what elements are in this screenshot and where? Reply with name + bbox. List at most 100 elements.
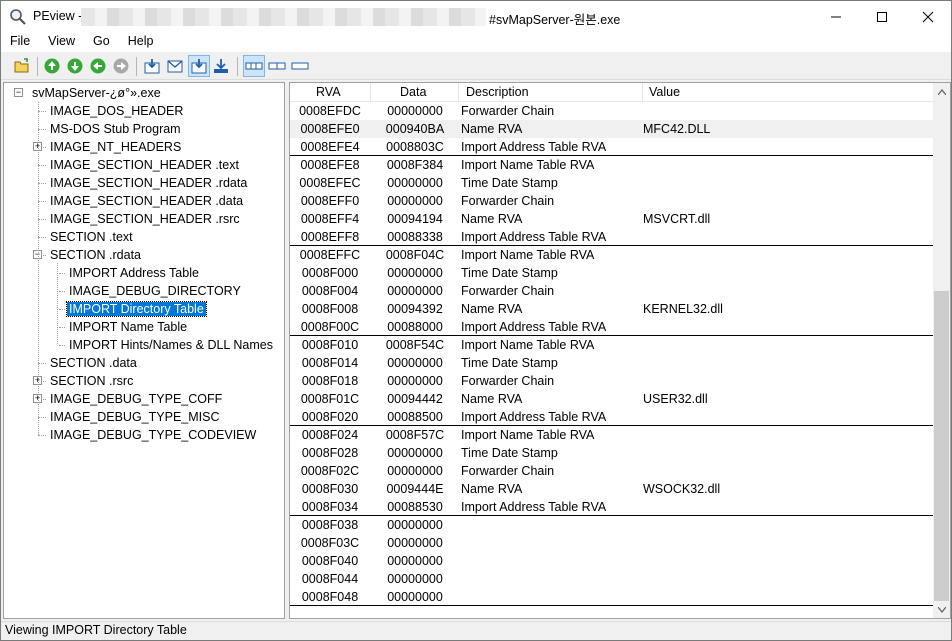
table-row[interactable]: 0008F020 00088500 Import Address Table RVA	[290, 408, 933, 426]
tree-item[interactable]: IMAGE_NT_HEADERS	[48, 138, 183, 156]
tree-item-label: IMAGE_DEBUG_TYPE_MISC	[50, 410, 220, 424]
cell-data: 00000000	[387, 284, 443, 298]
table-row[interactable]: 0008F044 00000000	[290, 570, 933, 588]
table-row[interactable]: 0008F048 00000000	[290, 588, 933, 606]
table-row[interactable]: 0008EFE4 0008803C Import Address Table RVA	[290, 138, 933, 156]
tree-item[interactable]: IMAGE_DEBUG_TYPE_MISC	[48, 408, 222, 426]
tree-item[interactable]: svMapServer-¿ø°».exe	[30, 84, 163, 102]
next-icon[interactable]	[112, 57, 130, 75]
tree-item[interactable]: IMAGE_DOS_HEADER	[48, 102, 185, 120]
tree-view[interactable]: − svMapServer-¿ø°».exe IMAGE_DOS_HEADER MS-…	[3, 82, 285, 619]
table-row[interactable]: 0008F000 00000000 Time Date Stamp	[290, 264, 933, 282]
table-row[interactable]: 0008F030 0009444E Name RVA WSOCK32.dll	[290, 480, 933, 498]
split-view-icon[interactable]	[268, 57, 286, 75]
download-icon[interactable]	[212, 57, 230, 75]
table-row[interactable]: 0008F014 00000000 Time Date Stamp	[290, 354, 933, 372]
cell-rva: 0008F030	[301, 482, 359, 496]
table-row[interactable]: 0008EFDC 00000000 Forwarder Chain	[290, 102, 933, 120]
column-divider[interactable]	[370, 83, 371, 102]
tree-item[interactable]: MS-DOS Stub Program	[48, 120, 183, 138]
table-row[interactable]: 0008F004 00000000 Forwarder Chain	[290, 282, 933, 300]
column-header-value[interactable]: Value	[649, 85, 680, 99]
tree-item[interactable]: IMAGE_SECTION_HEADER .rsrc	[48, 210, 242, 228]
table-row[interactable]: 0008EFF8 00088338 Import Address Table RVA	[290, 228, 933, 246]
column-divider[interactable]	[458, 83, 459, 102]
column-header-description[interactable]: Description	[466, 85, 529, 99]
toolbar-separator	[237, 57, 238, 76]
blurred-path	[81, 8, 486, 26]
menu-bar: File View Go Help	[1, 32, 951, 52]
tree-item[interactable]: SECTION .text	[48, 228, 135, 246]
table-row[interactable]: 0008EFE8 0008F384 Import Name Table RVA	[290, 156, 933, 174]
tree-item[interactable]: IMAGE_SECTION_HEADER .data	[48, 192, 245, 210]
cell-rva: 0008EFFC	[299, 248, 361, 262]
table-row[interactable]: 0008F008 00094392 Name RVA KERNEL32.dll	[290, 300, 933, 318]
view-down-icon[interactable]	[190, 57, 208, 75]
table-row[interactable]: 0008F028 00000000 Time Date Stamp	[290, 444, 933, 462]
cell-description: Import Name Table RVA	[461, 428, 595, 442]
menu-help[interactable]: Help	[119, 32, 163, 52]
table-row[interactable]: 0008EFEC 00000000 Time Date Stamp	[290, 174, 933, 192]
table-row[interactable]: 0008F040 00000000	[290, 552, 933, 570]
tree-item[interactable]: IMPORT Hints/Names & DLL Names	[67, 336, 275, 354]
scroll-up-button[interactable]	[933, 83, 950, 100]
collapse-icon[interactable]: −	[14, 88, 23, 97]
open-folder-icon[interactable]	[13, 57, 31, 75]
back-icon[interactable]	[43, 57, 61, 75]
column-divider[interactable]	[642, 83, 643, 102]
vertical-scrollbar[interactable]	[933, 83, 950, 618]
cell-description: Time Date Stamp	[461, 176, 558, 190]
tree-item[interactable]: IMAGE_DEBUG_DIRECTORY	[67, 282, 243, 300]
cell-value: KERNEL32.dll	[643, 302, 723, 316]
tree-item[interactable]: SECTION .rdata	[48, 246, 143, 264]
table-row[interactable]: 0008EFF4 00094194 Name RVA MSVCRT.dll	[290, 210, 933, 228]
table-row[interactable]: 0008EFFC 0008F04C Import Name Table RVA	[290, 246, 933, 264]
table-row[interactable]: 0008F018 00000000 Forwarder Chain	[290, 372, 933, 390]
cell-rva: 0008F03C	[300, 536, 360, 550]
table-row[interactable]: 0008F034 00088530 Import Address Table RVA	[290, 498, 933, 516]
table-row[interactable]: 0008F00C 00088000 Import Address Table RVA	[290, 318, 933, 336]
cell-rva: 0008F004	[301, 284, 359, 298]
tree-item[interactable]: IMPORT Directory Table	[66, 300, 207, 318]
cell-data: 00000000	[387, 518, 443, 532]
title-bar[interactable]: PEview - #svMapServer-원본.exe	[1, 1, 951, 32]
close-button[interactable]	[905, 1, 951, 32]
tree-item[interactable]: IMAGE_DEBUG_TYPE_COFF	[48, 390, 224, 408]
forward-icon[interactable]	[66, 57, 84, 75]
column-header-rva[interactable]: RVA	[316, 85, 341, 99]
go-to-icon[interactable]	[143, 57, 161, 75]
tree-item[interactable]: IMPORT Address Table	[67, 264, 201, 282]
single-view-icon[interactable]	[291, 57, 309, 75]
tree-item-label: SECTION .rsrc	[50, 374, 134, 388]
scroll-thumb[interactable]	[934, 291, 949, 601]
tree-item[interactable]: IMPORT Name Table	[67, 318, 189, 336]
view-mail-icon[interactable]	[166, 57, 184, 75]
menu-view[interactable]: View	[39, 32, 84, 52]
tree-item[interactable]: IMAGE_SECTION_HEADER .rdata	[48, 174, 249, 192]
tree-item[interactable]: SECTION .data	[48, 354, 139, 372]
table-row[interactable]: 0008F024 0008F57C Import Name Table RVA	[290, 426, 933, 444]
tree-item-label: IMAGE_DEBUG_DIRECTORY	[69, 284, 241, 298]
tree-item[interactable]: SECTION .rsrc	[48, 372, 135, 390]
group-separator	[290, 515, 933, 516]
maximize-button[interactable]	[859, 1, 905, 32]
table-row[interactable]: 0008F038 00000000	[290, 516, 933, 534]
tree-item[interactable]: IMAGE_SECTION_HEADER .text	[48, 156, 241, 174]
menu-go[interactable]: Go	[84, 32, 119, 52]
minimize-button[interactable]	[813, 1, 859, 32]
scroll-down-button[interactable]	[933, 601, 950, 618]
tree-item-label: IMAGE_DEBUG_TYPE_CODEVIEW	[50, 428, 257, 442]
table-row[interactable]: 0008F03C 00000000	[290, 534, 933, 552]
table-row[interactable]: 0008F02C 00000000 Forwarder Chain	[290, 462, 933, 480]
cell-rva: 0008EFE4	[300, 140, 360, 154]
table-row[interactable]: 0008F010 0008F54C Import Name Table RVA	[290, 336, 933, 354]
table-row[interactable]: 0008EFF0 00000000 Forwarder Chain	[290, 192, 933, 210]
column-header-data[interactable]: Data	[400, 85, 426, 99]
previous-icon[interactable]	[89, 57, 107, 75]
table-row[interactable]: 0008F01C 00094442 Name RVA USER32.dll	[290, 390, 933, 408]
tree-item-label: IMAGE_SECTION_HEADER .rsrc	[50, 212, 240, 226]
table-row[interactable]: 0008EFE0 000940BA Name RVA MFC42.DLL	[290, 120, 933, 138]
tree-item[interactable]: IMAGE_DEBUG_TYPE_CODEVIEW	[48, 426, 258, 444]
list-view-icon[interactable]	[245, 57, 263, 75]
menu-file[interactable]: File	[1, 32, 39, 52]
